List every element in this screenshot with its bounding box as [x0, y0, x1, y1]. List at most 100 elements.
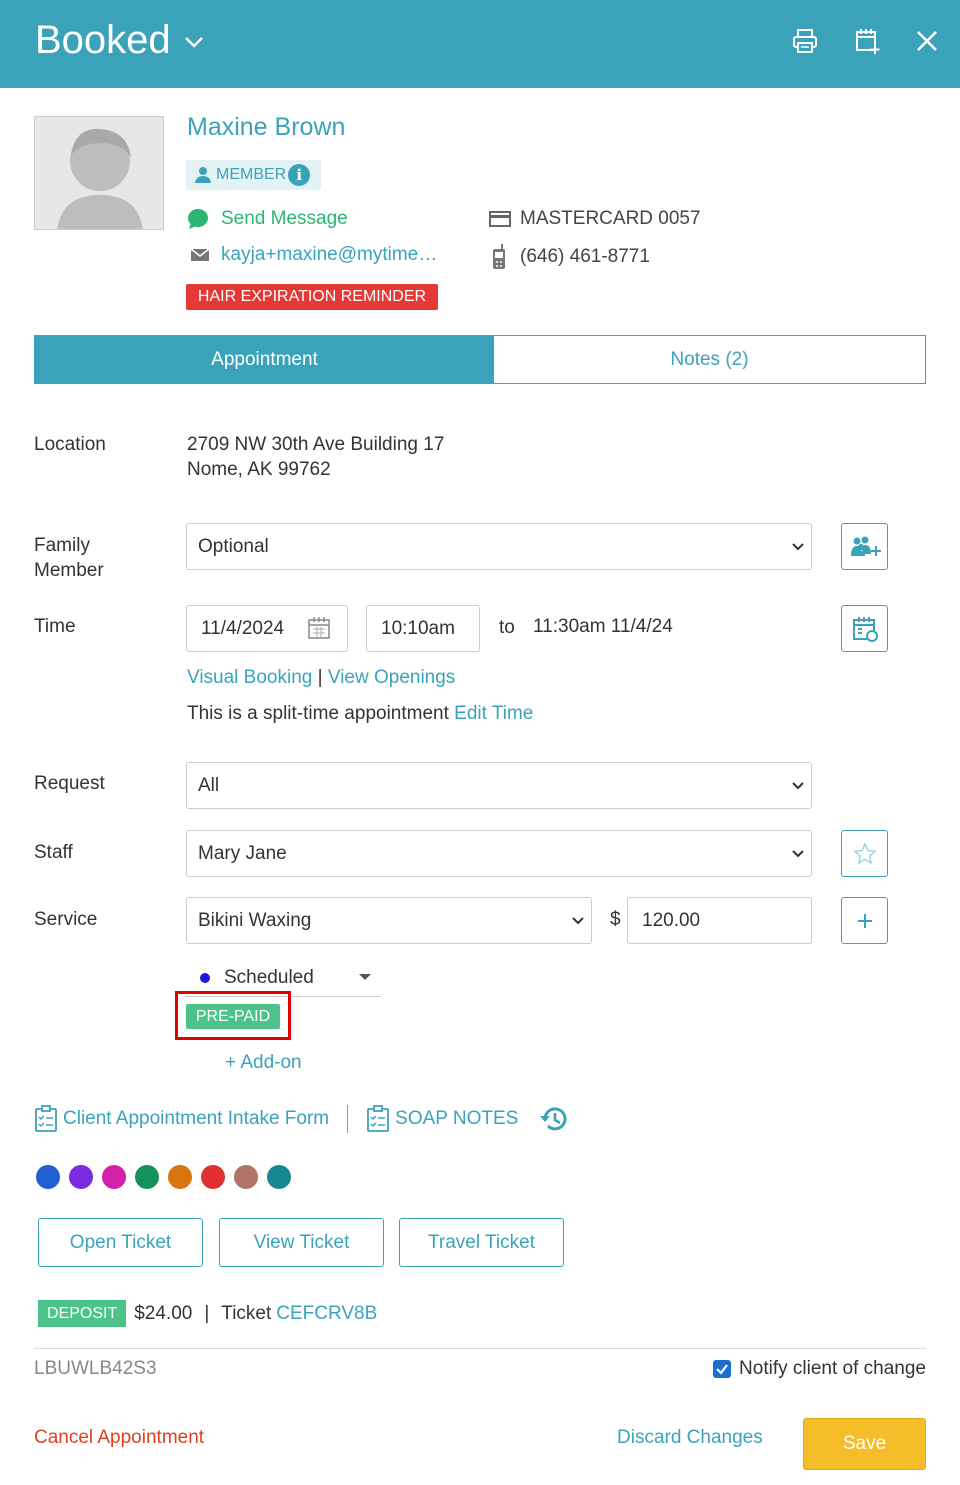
- user-icon: [195, 167, 211, 183]
- recalculate-time-button[interactable]: [841, 605, 888, 652]
- end-time-value: 11:30am 11/4/24: [533, 616, 673, 637]
- color-swatch-blue[interactable]: [36, 1165, 60, 1189]
- caret-down-icon: [359, 974, 371, 980]
- chevron-down-icon[interactable]: [182, 30, 206, 54]
- save-button[interactable]: Save: [803, 1418, 926, 1470]
- printer-icon[interactable]: [788, 24, 822, 58]
- phone-number[interactable]: (646) 461-8771: [491, 244, 650, 270]
- link-separator: |: [317, 667, 323, 688]
- color-swatches: [36, 1165, 300, 1189]
- view-ticket-button[interactable]: View Ticket: [219, 1218, 384, 1267]
- client-name[interactable]: Maxine Brown: [187, 113, 345, 142]
- add-family-member-button[interactable]: [841, 523, 888, 570]
- phone-value: (646) 461-8771: [520, 246, 650, 267]
- color-swatch-brown[interactable]: [234, 1165, 258, 1189]
- visual-booking-link[interactable]: Visual Booking: [187, 667, 312, 688]
- service-label: Service: [34, 909, 98, 930]
- plus-icon: [857, 913, 872, 928]
- clipboard-icon: [35, 1105, 57, 1132]
- send-message-label: Send Message: [221, 208, 348, 229]
- currency-symbol: $: [610, 909, 621, 930]
- intake-form-link[interactable]: Client Appointment Intake Form: [34, 1105, 329, 1133]
- ticket-code-link[interactable]: CEFCRV8B: [276, 1303, 377, 1325]
- chevron-down-icon: [572, 917, 584, 925]
- discard-changes-link[interactable]: Discard Changes: [617, 1427, 763, 1449]
- avatar: [34, 116, 164, 230]
- request-label: Request: [34, 773, 105, 794]
- chevron-down-icon: [792, 850, 804, 858]
- staff-label: Staff: [34, 842, 73, 863]
- service-value: Bikini Waxing: [198, 909, 312, 931]
- ticket-label: Ticket: [221, 1302, 272, 1324]
- chevron-down-icon: [792, 543, 804, 551]
- favorite-staff-button[interactable]: [841, 830, 888, 877]
- tab-bar: Appointment Notes (2): [34, 335, 926, 384]
- member-label: MEMBER: [216, 166, 287, 183]
- location-line1: 2709 NW 30th Ave Building 17: [187, 434, 445, 455]
- payment-card: MASTERCARD 0057: [489, 208, 701, 230]
- calendar-icon[interactable]: [308, 617, 330, 639]
- divider: [347, 1105, 349, 1133]
- time-label: Time: [34, 616, 76, 637]
- add-service-button[interactable]: [841, 897, 888, 944]
- deposit-row: DEPOSIT $24.00 | Ticket CEFCRV8B: [38, 1300, 377, 1327]
- staff-value: Mary Jane: [198, 842, 287, 864]
- family-member-select[interactable]: Optional: [186, 523, 812, 570]
- request-select[interactable]: All: [186, 762, 812, 809]
- chat-bubble-icon: [188, 209, 208, 229]
- notify-label: Notify client of change: [739, 1358, 926, 1379]
- history-icon[interactable]: [538, 1104, 570, 1134]
- calendar-add-icon[interactable]: [850, 24, 884, 58]
- split-time-note: This is a split-time appointment Edit Ti…: [187, 701, 533, 726]
- soap-notes-label: SOAP NOTES: [395, 1108, 519, 1129]
- staff-select[interactable]: Mary Jane: [186, 830, 812, 877]
- color-swatch-magenta[interactable]: [102, 1165, 126, 1189]
- color-swatch-purple[interactable]: [69, 1165, 93, 1189]
- send-message-link[interactable]: Send Message: [187, 208, 348, 230]
- split-time-text: This is a split-time appointment: [187, 703, 449, 724]
- intake-form-label: Client Appointment Intake Form: [63, 1108, 330, 1129]
- mobile-phone-icon: [493, 244, 505, 269]
- price-input[interactable]: 120.00: [627, 897, 812, 944]
- family-member-label-line1: Family: [34, 535, 90, 556]
- close-icon[interactable]: [910, 24, 944, 58]
- family-member-label-line2: Member: [34, 560, 104, 581]
- service-select[interactable]: Bikini Waxing: [186, 897, 592, 944]
- clipboard-icon: [367, 1105, 390, 1132]
- request-value: All: [198, 774, 220, 796]
- tab-appointment[interactable]: Appointment: [35, 336, 494, 383]
- start-time-input[interactable]: 10:10am: [366, 605, 480, 652]
- cancel-appointment-link[interactable]: Cancel Appointment: [34, 1427, 204, 1449]
- view-openings-link[interactable]: View Openings: [328, 667, 455, 688]
- star-icon: [852, 841, 877, 865]
- status-dot: [200, 973, 210, 983]
- date-input[interactable]: 11/4/2024: [186, 605, 348, 652]
- member-badge[interactable]: MEMBER i: [186, 160, 321, 190]
- location-line2: Nome, AK 99762: [187, 459, 331, 480]
- soap-notes-link[interactable]: SOAP NOTES: [366, 1105, 518, 1133]
- email-link[interactable]: kayja+maxine@mytime…: [190, 244, 437, 266]
- tab-notes[interactable]: Notes (2): [494, 336, 925, 383]
- color-swatch-red[interactable]: [201, 1165, 225, 1189]
- envelope-icon: [190, 248, 210, 261]
- info-icon[interactable]: i: [288, 164, 311, 186]
- card-value: MASTERCARD 0057: [520, 208, 701, 229]
- deposit-badge: DEPOSIT: [38, 1300, 127, 1327]
- divider: [34, 1348, 926, 1349]
- location-label: Location: [34, 434, 106, 455]
- checkbox-checked[interactable]: [713, 1360, 732, 1378]
- color-swatch-green[interactable]: [135, 1165, 159, 1189]
- family-member-label: Family Member: [34, 533, 104, 583]
- notify-client-checkbox[interactable]: Notify client of change: [713, 1358, 926, 1380]
- to-label: to: [499, 617, 515, 638]
- color-swatch-teal[interactable]: [267, 1165, 291, 1189]
- edit-time-link[interactable]: Edit Time: [454, 703, 533, 724]
- open-ticket-button[interactable]: Open Ticket: [38, 1218, 203, 1267]
- appointment-code: LBUWLB42S3: [34, 1358, 157, 1379]
- color-swatch-orange[interactable]: [168, 1165, 192, 1189]
- add-on-link[interactable]: + Add-on: [225, 1052, 302, 1074]
- credit-card-icon: [489, 211, 511, 227]
- status-title[interactable]: Booked: [35, 16, 171, 64]
- travel-ticket-button[interactable]: Travel Ticket: [399, 1218, 564, 1267]
- reminder-badge[interactable]: HAIR EXPIRATION REMINDER: [186, 284, 438, 310]
